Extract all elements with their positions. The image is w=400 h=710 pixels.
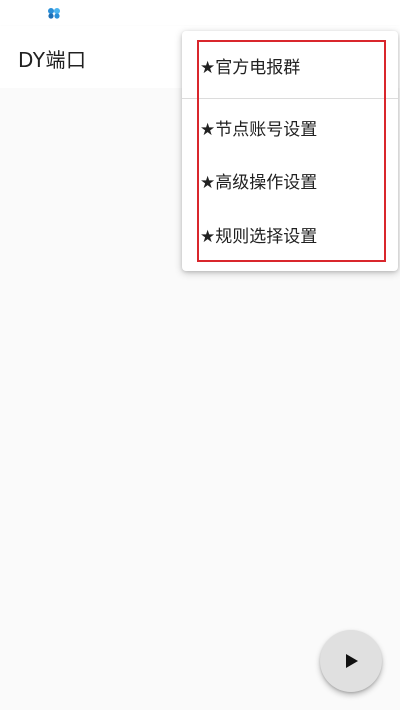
menu-divider xyxy=(182,98,398,99)
play-button[interactable] xyxy=(320,630,382,692)
menu-item-telegram-group[interactable]: ★官方电报群 xyxy=(200,48,384,88)
play-icon xyxy=(346,654,358,668)
menu-item-advanced-settings[interactable]: ★高级操作设置 xyxy=(200,163,384,203)
app-title: DY端口 xyxy=(18,48,87,72)
status-bar xyxy=(0,0,400,26)
menu-item-rule-selection-settings[interactable]: ★规则选择设置 xyxy=(200,217,384,257)
overflow-menu: ★官方电报群 ★节点账号设置 ★高级操作设置 ★规则选择设置 xyxy=(182,31,398,271)
app-screen: DY端口 ★官方电报群 ★节点账号设置 ★高级操作设置 ★规则选择设置 xyxy=(0,0,400,710)
app-notification-icon xyxy=(48,8,60,19)
menu-item-node-account-settings[interactable]: ★节点账号设置 xyxy=(200,110,384,150)
